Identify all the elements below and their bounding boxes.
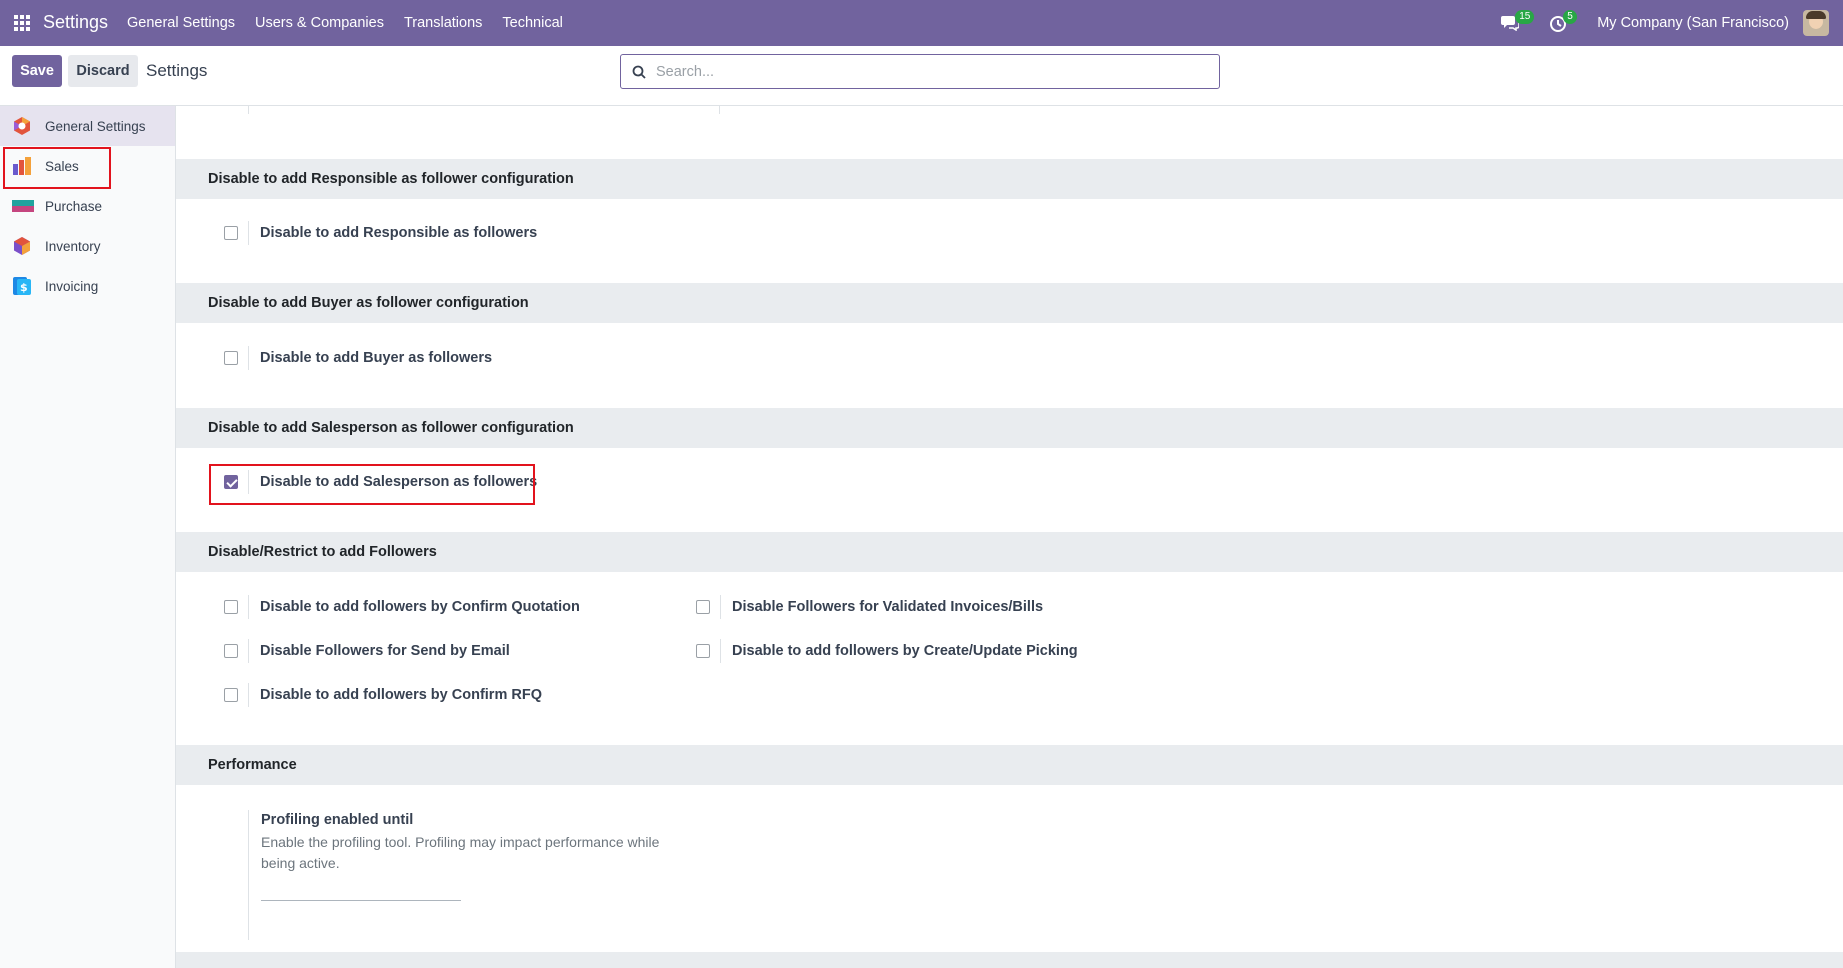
breadcrumb: Settings xyxy=(146,61,208,80)
sidebar-item-purchase[interactable]: Purchase xyxy=(0,186,175,226)
section-header-performance: Performance xyxy=(176,745,1843,785)
profiling-date-input[interactable] xyxy=(261,900,461,901)
setting-label: Disable Followers for Validated Invoices… xyxy=(732,599,1044,615)
menu-general-settings[interactable]: General Settings xyxy=(127,15,235,31)
setting-profiling: Profiling enabled until Enable the profi… xyxy=(248,810,659,940)
sidebar-item-label: Purchase xyxy=(45,198,103,214)
section-header-restrict-followers: Disable/Restrict to add Followers xyxy=(176,532,1843,572)
setting-description: Enable the profiling tool. Profiling may… xyxy=(261,834,660,871)
checkbox-confirm-rfq[interactable] xyxy=(224,688,238,702)
messages-badge: 15 xyxy=(1515,10,1535,24)
checkbox-send-by-email[interactable] xyxy=(224,644,238,658)
setting-label: Disable to add Buyer as followers xyxy=(260,350,493,366)
setting-confirm-rfq: Disable to add followers by Confirm RFQ xyxy=(224,682,542,708)
checkbox-validated-invoices[interactable] xyxy=(696,600,710,614)
section-header-salesperson: Disable to add Salesperson as follower c… xyxy=(176,408,1843,448)
setting-label: Disable to add Responsible as followers xyxy=(260,225,538,241)
checkbox-disable-responsible[interactable] xyxy=(224,226,238,240)
sales-icon xyxy=(12,156,32,176)
activities-icon[interactable]: 5 xyxy=(1549,10,1577,34)
setting-label: Disable to add followers by Confirm Quot… xyxy=(260,599,580,615)
checkbox-confirm-quotation[interactable] xyxy=(224,600,238,614)
control-panel: Save Discard Settings xyxy=(0,46,1843,106)
section-title: Disable/Restrict to add Followers xyxy=(208,544,437,560)
section-title: Disable to add Responsible as follower c… xyxy=(208,171,574,187)
sidebar-item-sales[interactable]: Sales xyxy=(0,146,175,186)
setting-label: Profiling enabled until xyxy=(261,812,414,828)
section-title: Performance xyxy=(208,757,297,773)
systray: 15 5 My Company (San Francisco) xyxy=(1501,0,1843,46)
settings-main: Disable to add Responsible as follower c… xyxy=(176,106,1843,968)
company-switcher[interactable]: My Company (San Francisco) xyxy=(1597,15,1789,31)
setting-label: Disable to add followers by Create/Updat… xyxy=(732,643,1078,659)
top-navbar: Settings General Settings Users & Compan… xyxy=(0,0,1843,46)
messages-icon[interactable]: 15 xyxy=(1501,10,1535,34)
section-header-buyer: Disable to add Buyer as follower configu… xyxy=(176,283,1843,323)
purchase-icon xyxy=(12,196,34,216)
app-brand[interactable]: Settings xyxy=(43,12,108,33)
general-settings-icon xyxy=(12,116,32,136)
svg-text:$: $ xyxy=(20,281,28,294)
setting-disable-responsible-followers: Disable to add Responsible as followers xyxy=(224,220,537,246)
section-header-next xyxy=(176,952,1843,968)
setting-disable-buyer-followers: Disable to add Buyer as followers xyxy=(224,345,492,371)
setting-label: Disable to add followers by Confirm RFQ xyxy=(260,687,542,703)
search-input[interactable] xyxy=(656,63,1196,80)
search-bar[interactable] xyxy=(620,54,1220,89)
setting-confirm-quotation: Disable to add followers by Confirm Quot… xyxy=(224,594,580,620)
sidebar-item-label: Invoicing xyxy=(45,278,99,294)
inventory-icon xyxy=(12,236,32,256)
sidebar-item-label: Inventory xyxy=(45,238,101,254)
discard-button[interactable]: Discard xyxy=(68,55,138,87)
search-icon xyxy=(632,65,646,79)
setting-validated-invoices: Disable Followers for Validated Invoices… xyxy=(696,594,1043,620)
setting-label: Disable to add Salesperson as followers xyxy=(260,474,538,490)
save-button[interactable]: Save xyxy=(12,55,62,87)
section-header-responsible: Disable to add Responsible as follower c… xyxy=(176,159,1843,199)
invoicing-icon: $ xyxy=(12,276,32,296)
user-avatar[interactable] xyxy=(1803,10,1829,36)
setting-create-update-picking: Disable to add followers by Create/Updat… xyxy=(696,638,1078,664)
sidebar-item-general-settings[interactable]: General Settings xyxy=(0,106,175,146)
menu-users-companies[interactable]: Users & Companies xyxy=(255,15,384,31)
section-title: Disable to add Buyer as follower configu… xyxy=(208,295,529,311)
section-title: Disable to add Salesperson as follower c… xyxy=(208,420,574,436)
top-menu: General Settings Users & Companies Trans… xyxy=(127,15,583,31)
setting-disable-salesperson-followers: Disable to add Salesperson as followers xyxy=(224,469,537,495)
previous-section-remnant xyxy=(176,106,1843,158)
sidebar-item-label: General Settings xyxy=(45,118,146,134)
settings-sidebar: General Settings Sales Purchase Inventor… xyxy=(0,106,176,968)
activities-badge: 5 xyxy=(1563,10,1577,24)
menu-technical[interactable]: Technical xyxy=(502,15,562,31)
checkbox-disable-buyer[interactable] xyxy=(224,351,238,365)
apps-menu-icon[interactable] xyxy=(14,15,30,31)
checkbox-disable-salesperson[interactable] xyxy=(224,475,238,489)
setting-send-by-email: Disable Followers for Send by Email xyxy=(224,638,510,664)
checkbox-create-update-picking[interactable] xyxy=(696,644,710,658)
sidebar-item-invoicing[interactable]: $ Invoicing xyxy=(0,266,175,306)
sidebar-item-inventory[interactable]: Inventory xyxy=(0,226,175,266)
sidebar-item-label: Sales xyxy=(45,158,79,174)
setting-label: Disable Followers for Send by Email xyxy=(260,643,510,659)
menu-translations[interactable]: Translations xyxy=(404,15,482,31)
